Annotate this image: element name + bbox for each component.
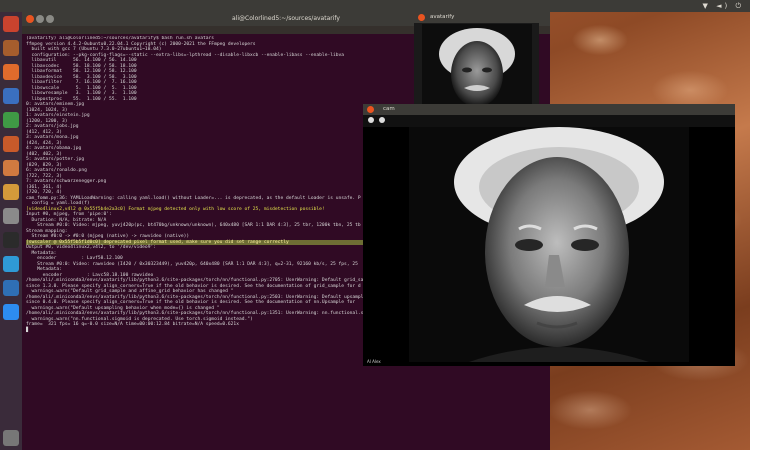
top-panel: ▼ ◄) ⏻ [0,0,750,12]
dash-icon[interactable] [3,16,19,32]
launcher [0,12,22,450]
zoom-icon[interactable] [3,304,19,320]
settings-icon[interactable] [3,208,19,224]
close-button[interactable] [367,106,374,113]
desktop-screen: ▼ ◄) ⏻ ali@Colorlined5:~/sources/avatari… [0,0,757,450]
screen-edge [750,0,757,450]
amazon-icon[interactable] [3,184,19,200]
avatarify-titlebar[interactable]: avatarify [414,12,539,23]
settings-icon[interactable] [368,117,374,123]
camera-icon[interactable] [379,117,385,123]
calc-icon[interactable] [3,112,19,128]
terminal-icon[interactable] [3,232,19,248]
impress-icon[interactable] [3,136,19,152]
camera-window[interactable]: cam Al Alex [363,104,735,366]
system-indicators[interactable]: ▼ ◄) ⏻ [703,0,745,12]
code-icon[interactable] [3,280,19,296]
camera-status: Al Alex [367,359,381,364]
avatarify-window[interactable]: avatarify [414,12,539,118]
files-icon[interactable] [3,40,19,56]
avatarify-title: avatarify [430,14,455,20]
camera-toolbar [363,115,735,127]
camera-image [409,127,689,362]
writer-icon[interactable] [3,88,19,104]
camera-titlebar[interactable]: cam [363,104,735,115]
software-icon[interactable] [3,160,19,176]
camera-title: cam [383,106,395,112]
close-button[interactable] [418,14,425,21]
firefox-icon[interactable] [3,64,19,80]
trash-icon[interactable] [3,430,19,446]
telegram-icon[interactable] [3,256,19,272]
